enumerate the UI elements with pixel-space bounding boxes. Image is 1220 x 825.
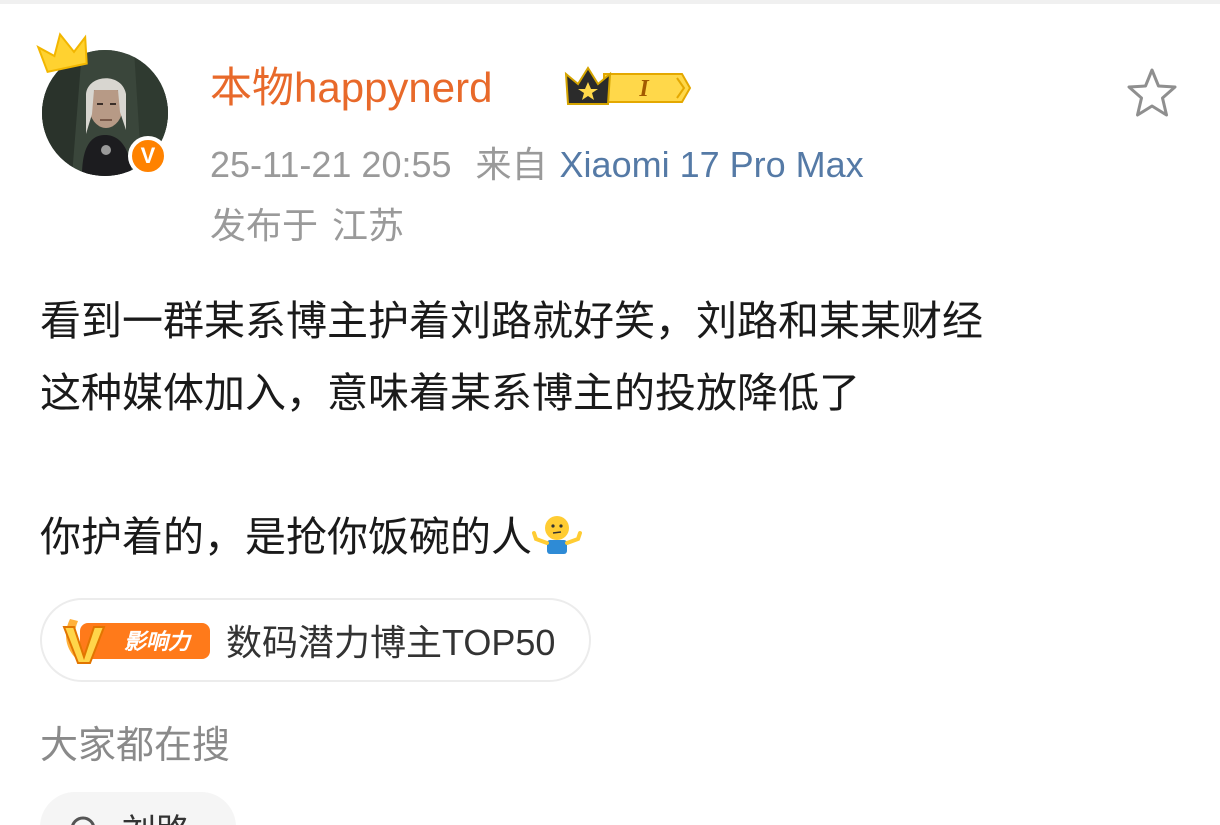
- shrug-emoji-icon: [532, 516, 582, 554]
- search-chip-label: 刘路: [122, 804, 190, 825]
- top-divider: [0, 0, 1220, 4]
- post-text-line: 看到一群某系博主护着刘路就好笑，刘路和某某财经: [40, 297, 983, 345]
- post-text-line-last: 你护着的，是抢你饭碗的人: [40, 501, 1190, 573]
- vip-level-text: I: [638, 76, 650, 102]
- search-chip[interactable]: 刘路: [40, 792, 236, 825]
- device-link[interactable]: Xiaomi 17 Pro Max: [560, 144, 864, 185]
- influence-tag[interactable]: 影响力 数码潜力博主TOP50: [40, 598, 592, 682]
- search-icon: [71, 816, 95, 825]
- post-timestamp: 25-11-21 20:55: [210, 144, 452, 185]
- influence-badge-text: 影响力: [124, 630, 192, 655]
- trending-search-heading: 大家都在搜: [40, 723, 231, 767]
- source-label: 来自: [475, 144, 548, 185]
- vip-member-badge-icon[interactable]: I: [564, 64, 692, 112]
- verified-badge-icon: V: [128, 136, 168, 176]
- location-value: 江苏: [332, 206, 405, 247]
- author-avatar-group[interactable]: V: [36, 32, 168, 176]
- star-outline-icon[interactable]: [1124, 66, 1180, 122]
- tag-label: 数码潜力博主TOP50: [226, 622, 556, 663]
- crown-icon: [36, 32, 88, 73]
- post-content: 看到一群某系博主护着刘路就好笑，刘路和某某财经 这种媒体加入，意味着某系博主的投…: [40, 285, 1190, 573]
- post-meta: 25-11-21 20:55 来自 Xiaomi 17 Pro Max: [210, 142, 864, 188]
- post-location: 发布于 江苏: [210, 204, 404, 250]
- location-label: 发布于: [210, 206, 319, 247]
- post-text-line: 这种媒体加入，意味着某系博主的投放降低了: [40, 369, 860, 417]
- influence-badge-icon: 影响力: [62, 619, 210, 664]
- author-name[interactable]: 本物happynerd: [210, 60, 493, 116]
- post-text-line: 你护着的，是抢你饭碗的人: [40, 513, 532, 561]
